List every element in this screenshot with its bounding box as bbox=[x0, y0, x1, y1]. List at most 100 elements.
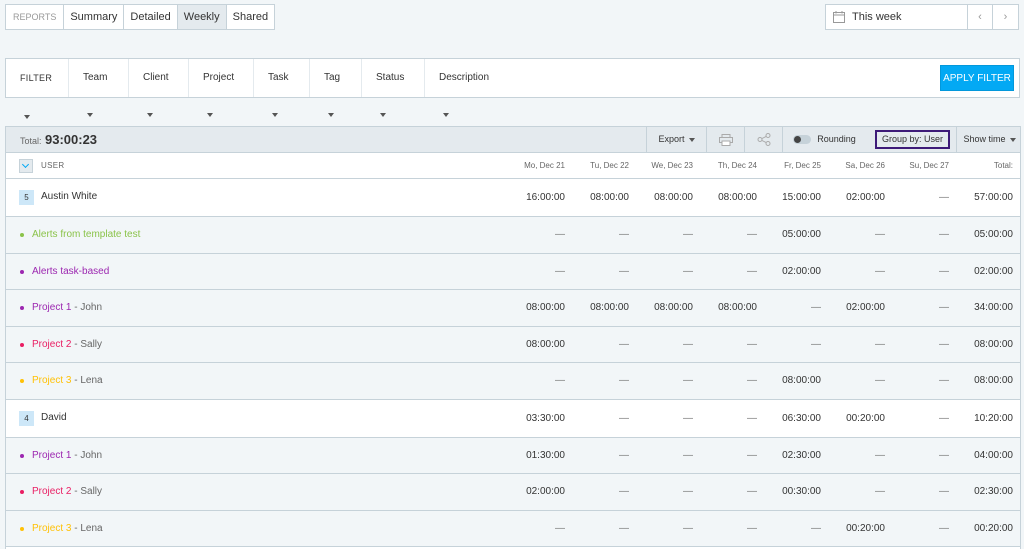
row-total-cell: 34:00:00 bbox=[974, 302, 1013, 313]
project-name: Project 1 bbox=[32, 449, 72, 461]
row-total-cell: 10:20:00 bbox=[974, 412, 1013, 424]
project-row[interactable]: Project 2 - Sally 08:00:00 — — — — — — 08:00:00 bbox=[6, 326, 1020, 363]
project-row[interactable]: Project 1 - John 08:00:00 08:00:00 08:00:00… bbox=[6, 290, 1020, 327]
day-duration-cell: — bbox=[683, 486, 693, 497]
filter-dropdown[interactable]: FILTER bbox=[6, 59, 69, 119]
day-duration-cell: — bbox=[619, 522, 629, 534]
day-duration-cell: — bbox=[811, 338, 821, 350]
day-duration-cell: 08:00:00 bbox=[654, 302, 693, 313]
day-duration-cell: — bbox=[683, 265, 693, 277]
client-name: - John bbox=[71, 449, 103, 461]
chevron-down-icon bbox=[688, 137, 695, 142]
day-header-tue: Tu, Dec 22 bbox=[590, 161, 629, 170]
tab-summary[interactable]: Summary bbox=[64, 5, 125, 29]
chevron-down-icon bbox=[328, 113, 334, 118]
day-duration-cell: — bbox=[683, 229, 693, 240]
day-duration-cell: — bbox=[619, 229, 629, 240]
filter-project[interactable]: Project bbox=[189, 59, 254, 118]
print-icon bbox=[718, 133, 733, 146]
day-duration-cell: — bbox=[747, 522, 757, 534]
tab-weekly[interactable]: Weekly bbox=[177, 5, 227, 29]
table-header: USER Mo, Dec 21 Tu, Dec 22 We, Dec 23 Th… bbox=[6, 153, 1020, 179]
project-label: Project 1 - John bbox=[32, 450, 102, 461]
day-duration-cell: 08:00:00 bbox=[718, 192, 757, 203]
day-duration-cell: — bbox=[747, 375, 757, 386]
project-row[interactable]: Project 3 - Lena — — — — 08:00:00 — — 08:00:00 bbox=[6, 363, 1020, 400]
day-duration-cell: — bbox=[619, 375, 629, 386]
chevron-down-icon bbox=[24, 114, 30, 119]
day-duration-cell: — bbox=[683, 375, 693, 386]
filter-tag[interactable]: Tag bbox=[310, 59, 362, 118]
tab-detailed[interactable]: Detailed bbox=[124, 5, 178, 29]
filter-task[interactable]: Task bbox=[254, 59, 310, 118]
day-duration-cell: — bbox=[939, 338, 949, 350]
project-row[interactable]: Alerts task-based — — — — 02:00:00 — — 02:00:00 bbox=[6, 253, 1020, 290]
day-duration-cell: — bbox=[939, 229, 949, 240]
client-name: - John bbox=[71, 302, 103, 313]
filter-description[interactable]: Description bbox=[425, 59, 510, 118]
share-button[interactable] bbox=[744, 127, 782, 152]
day-duration-cell: — bbox=[555, 522, 565, 534]
date-range-picker: This week ‹ › bbox=[825, 4, 1019, 30]
day-duration-cell: — bbox=[747, 486, 757, 497]
group-by-dropdown[interactable]: Group by: User bbox=[875, 130, 950, 157]
filter-project-label: Project bbox=[203, 72, 235, 83]
user-row[interactable]: 5 Austin White 16:00:00 08:00:00 08:00:00 08:… bbox=[6, 179, 1020, 217]
day-duration-cell: — bbox=[747, 449, 757, 461]
date-range-field[interactable]: This week bbox=[826, 5, 968, 29]
project-label: Project 2 - Sally bbox=[32, 486, 102, 497]
day-duration-cell: 16:00:00 bbox=[526, 192, 565, 203]
filter-client[interactable]: Client bbox=[129, 59, 189, 118]
filter-tag-label: Tag bbox=[324, 72, 341, 83]
day-duration-cell: 08:00:00 bbox=[526, 302, 565, 313]
print-button[interactable] bbox=[706, 127, 744, 152]
project-row[interactable]: Project 3 - Lena — — — — — 00:20:00 — 00:20:00 bbox=[6, 510, 1020, 547]
day-duration-cell: 02:00:00 bbox=[846, 192, 885, 203]
row-total-cell: 57:00:00 bbox=[974, 192, 1013, 203]
client-name: - Sally bbox=[71, 486, 103, 497]
user-row[interactable]: 4 David 03:30:00 — — — 06:30:00 00:20:00 — 10:20:… bbox=[6, 399, 1020, 438]
user-name: Austin White bbox=[41, 191, 98, 202]
project-row[interactable]: Project 2 - Sally 02:00:00 — — — 00:30:00 — — 02… bbox=[6, 474, 1020, 511]
day-duration-cell: — bbox=[939, 486, 949, 497]
apply-filter-button[interactable]: APPLY FILTER bbox=[940, 65, 1014, 91]
export-button[interactable]: Export bbox=[646, 127, 706, 152]
filter-team[interactable]: Team bbox=[69, 59, 129, 118]
day-duration-cell: 00:20:00 bbox=[846, 522, 885, 534]
next-week-button[interactable]: › bbox=[993, 5, 1018, 29]
prev-week-button[interactable]: ‹ bbox=[968, 5, 993, 29]
day-duration-cell: — bbox=[811, 522, 821, 534]
report-summary-bar: Total: 93:00:23 Export Rounding Group by… bbox=[6, 127, 1020, 157]
chevron-down-icon bbox=[380, 113, 386, 118]
filter-bar: FILTER Team Client Project Task Tag Stat… bbox=[5, 58, 1020, 119]
day-duration-cell: 03:30:00 bbox=[526, 412, 565, 424]
day-duration-cell: — bbox=[683, 449, 693, 461]
project-row[interactable]: Project 1 - John 01:30:00 — — — 02:30:00 — — 04:… bbox=[6, 437, 1020, 474]
project-color-dot-icon bbox=[20, 453, 24, 458]
show-time-dropdown[interactable]: Show time bbox=[956, 127, 1020, 152]
day-duration-cell: — bbox=[939, 449, 949, 461]
project-name: Project 2 bbox=[32, 338, 72, 350]
day-duration-cell: 00:30:00 bbox=[782, 486, 821, 497]
show-time-label: Show time bbox=[963, 134, 1006, 144]
day-duration-cell: — bbox=[939, 192, 949, 203]
project-label: Alerts from template test bbox=[32, 229, 140, 240]
day-duration-cell: — bbox=[875, 375, 885, 386]
day-duration-cell: — bbox=[555, 229, 565, 240]
day-duration-cell: — bbox=[747, 265, 757, 277]
day-duration-cell: 08:00:00 bbox=[718, 302, 757, 313]
project-color-dot-icon bbox=[20, 233, 24, 237]
day-duration-cell: — bbox=[619, 412, 629, 424]
day-duration-cell: 08:00:00 bbox=[782, 375, 821, 386]
expand-all-checkbox[interactable] bbox=[19, 159, 33, 173]
project-color-dot-icon bbox=[20, 379, 24, 383]
day-duration-cell: 08:00:00 bbox=[590, 302, 629, 313]
day-duration-cell: — bbox=[683, 412, 693, 424]
row-total-cell: 05:00:00 bbox=[974, 229, 1013, 240]
rounding-toggle[interactable]: Rounding bbox=[782, 127, 866, 152]
day-duration-cell: — bbox=[939, 375, 949, 386]
tab-shared[interactable]: Shared bbox=[227, 5, 274, 29]
day-duration-cell: — bbox=[619, 265, 629, 277]
project-row[interactable]: Alerts from template test — — — — 05:00:00 — — 0… bbox=[6, 217, 1020, 254]
filter-status[interactable]: Status bbox=[362, 59, 425, 118]
